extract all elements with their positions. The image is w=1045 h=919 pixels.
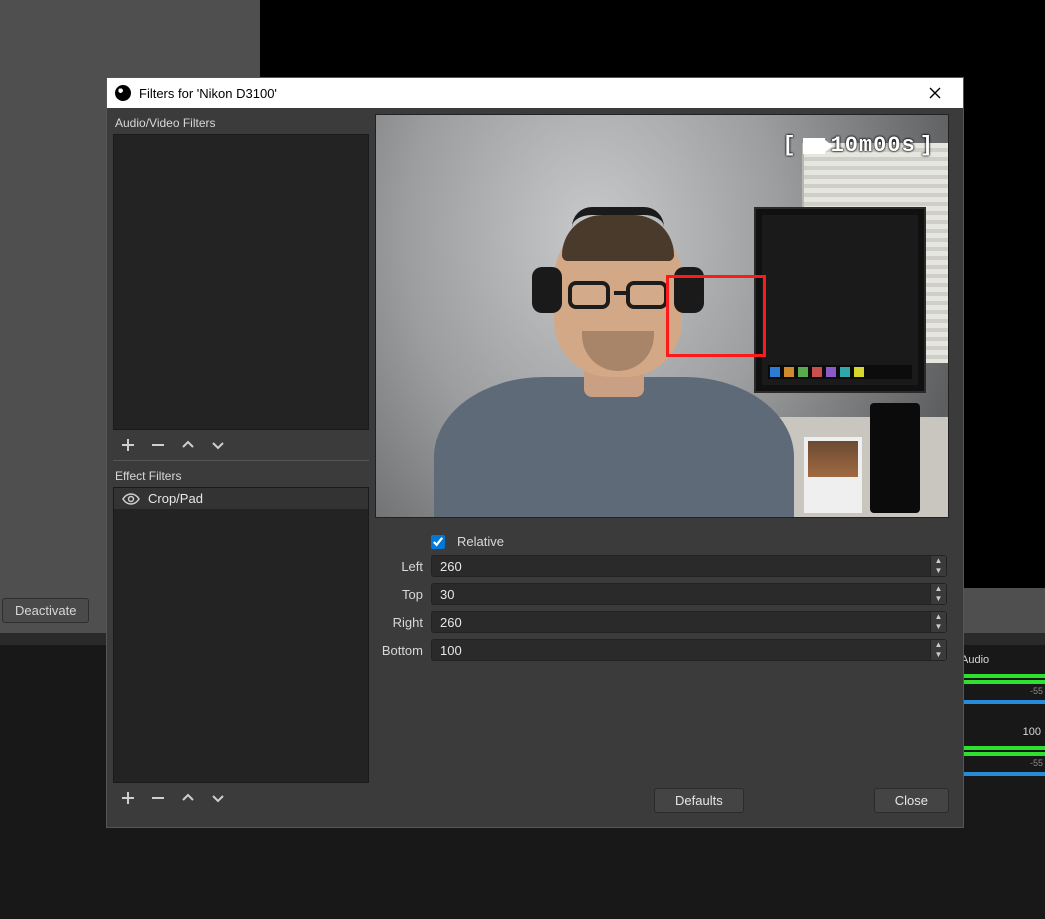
right-input[interactable] [432, 612, 930, 632]
relative-checkbox-row[interactable]: Relative [431, 534, 504, 549]
right-spinbox[interactable]: ▲▼ [431, 611, 947, 633]
mixer-track-num: 100 [1023, 726, 1041, 738]
left-step-down[interactable]: ▼ [931, 566, 946, 576]
bottom-step-down[interactable]: ▼ [931, 650, 946, 660]
effect-filters-list[interactable]: Crop/Pad [113, 487, 369, 783]
recording-timer-overlay: [ 10m00s ] [782, 133, 934, 158]
relative-checkbox[interactable] [431, 535, 445, 549]
effect-filter-name: Crop/Pad [148, 491, 203, 506]
effect-filter-item[interactable]: Crop/Pad [114, 488, 368, 509]
move-effect-up-button[interactable] [179, 789, 197, 807]
top-spinbox[interactable]: ▲▼ [431, 583, 947, 605]
add-filter-button[interactable] [119, 436, 137, 454]
remove-effect-button[interactable] [149, 789, 167, 807]
deactivate-button[interactable]: Deactivate [2, 598, 89, 623]
left-spinbox[interactable]: ▲▼ [431, 555, 947, 577]
av-filters-label: Audio/Video Filters [113, 114, 369, 134]
obs-icon [115, 85, 131, 101]
dialog-title: Filters for 'Nikon D3100' [139, 86, 915, 101]
crop-indicator-box [666, 275, 766, 357]
close-icon[interactable] [915, 78, 955, 108]
av-filters-toolbar [113, 430, 369, 458]
av-filters-list[interactable] [113, 134, 369, 430]
right-step-down[interactable]: ▼ [931, 622, 946, 632]
remove-filter-button[interactable] [149, 436, 167, 454]
recording-timer-text: 10m00s [831, 133, 916, 158]
left-input[interactable] [432, 556, 930, 576]
top-step-up[interactable]: ▲ [931, 584, 946, 594]
bottom-spinbox[interactable]: ▲▼ [431, 639, 947, 661]
left-label: Left [375, 559, 431, 574]
filters-dialog: Filters for 'Nikon D3100' Audio/Video Fi… [106, 77, 964, 828]
bottom-input[interactable] [432, 640, 930, 660]
relative-label: Relative [457, 534, 504, 549]
close-button[interactable]: Close [874, 788, 949, 813]
bottom-label: Bottom [375, 643, 431, 658]
filter-properties: Relative Left ▲▼ Top ▲▼ [375, 532, 957, 667]
defaults-button[interactable]: Defaults [654, 788, 744, 813]
mixer-track-label: Audio [961, 654, 989, 666]
effect-filters-toolbar [113, 783, 369, 811]
filter-preview: [ 10m00s ] [375, 114, 949, 518]
move-effect-down-button[interactable] [209, 789, 227, 807]
top-label: Top [375, 587, 431, 602]
dialog-titlebar[interactable]: Filters for 'Nikon D3100' [107, 78, 963, 108]
camera-icon [803, 138, 825, 154]
move-filter-up-button[interactable] [179, 436, 197, 454]
bottom-step-up[interactable]: ▲ [931, 640, 946, 650]
move-filter-down-button[interactable] [209, 436, 227, 454]
right-label: Right [375, 615, 431, 630]
top-step-down[interactable]: ▼ [931, 594, 946, 604]
left-step-up[interactable]: ▲ [931, 556, 946, 566]
audio-mixer: Audio -55 100 -55 [955, 650, 1045, 786]
add-effect-button[interactable] [119, 789, 137, 807]
effect-filters-label: Effect Filters [113, 467, 369, 487]
top-input[interactable] [432, 584, 930, 604]
visibility-icon[interactable] [122, 493, 140, 505]
right-step-up[interactable]: ▲ [931, 612, 946, 622]
